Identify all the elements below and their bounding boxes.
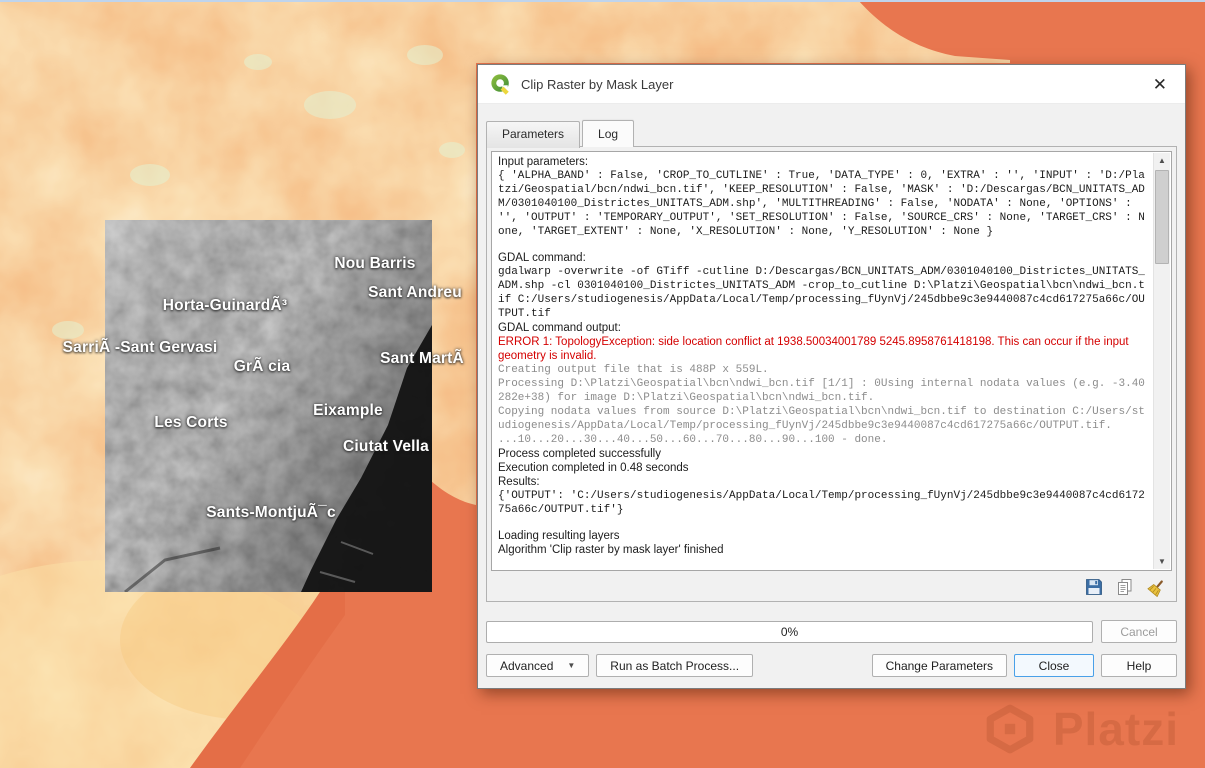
dialog-title: Clip Raster by Mask Layer (521, 76, 674, 92)
log-line: ERROR 1: TopologyException: side locatio… (498, 336, 1132, 362)
log-line: Input parameters: (498, 156, 589, 168)
district-labels-layer: Nou Barris Sant Andreu Horta-GuinardÃ³ Sarr… (63, 220, 464, 592)
log-toolbar (491, 571, 1172, 597)
log-line: ...10...20...30...40...50...60...70...80… (498, 434, 888, 446)
scroll-up-icon[interactable]: ▲ (1154, 153, 1170, 168)
log-line: Execution completed in 0.48 seconds (498, 462, 689, 474)
save-icon (1086, 579, 1102, 595)
map-label: Sants-MontjuÃ¯c (206, 504, 336, 521)
map-label: Sant MartÃ (380, 350, 464, 367)
close-button[interactable]: Close (1014, 654, 1094, 677)
scroll-down-icon[interactable]: ▼ (1154, 554, 1170, 569)
log-line: Process completed successfully (498, 448, 661, 460)
log-line: GDAL command: (498, 252, 586, 264)
log-line: Loading resulting layers (498, 530, 620, 542)
map-label: Sant Andreu (368, 284, 462, 301)
tab-bar: Parameters Log (478, 104, 1185, 148)
clear-log-button[interactable] (1146, 577, 1166, 597)
log-line: Creating output file that is 488P x 559L… (498, 364, 769, 376)
map-label: Eixample (313, 402, 383, 419)
clip-raster-dialog: Clip Raster by Mask Layer ✕ Parameters L… (477, 64, 1186, 689)
log-line: { 'ALPHA_BAND' : False, 'CROP_TO_CUTLINE… (498, 170, 1145, 238)
log-scrollbar[interactable]: ▲ ▼ (1153, 153, 1170, 569)
log-area: Input parameters: { 'ALPHA_BAND' : False,… (491, 151, 1172, 571)
qgis-logo-icon (491, 74, 509, 95)
map-label: Les Corts (154, 414, 228, 431)
map-label: GrÃ cia (233, 358, 291, 375)
log-line: Processing D:\Platzi\Geospatial\bcn\ndwi… (498, 378, 1145, 404)
dialog-button-row: Advanced ▼ Run as Batch Process... Chang… (486, 654, 1177, 677)
broom-icon (1146, 579, 1163, 597)
log-output[interactable]: Input parameters: { 'ALPHA_BAND' : False,… (492, 152, 1154, 570)
map-label: Nou Barris (334, 255, 416, 272)
copy-icon (1118, 579, 1132, 595)
run-batch-button[interactable]: Run as Batch Process... (596, 654, 754, 677)
clipped-raster-layer: Nou Barris Sant Andreu Horta-GuinardÃ³ Sarr… (63, 220, 464, 592)
chevron-down-icon: ▼ (567, 661, 576, 670)
platzi-logo-icon (986, 704, 1034, 754)
log-line: Algorithm 'Clip raster by mask layer' fi… (498, 544, 724, 556)
dialog-titlebar: Clip Raster by Mask Layer ✕ (478, 65, 1185, 104)
window-top-edge (0, 0, 1205, 2)
change-parameters-button[interactable]: Change Parameters (871, 654, 1007, 677)
watermark: Platzi (983, 702, 1179, 756)
close-icon[interactable]: ✕ (1147, 76, 1173, 93)
progress-label: 0% (780, 624, 799, 639)
advanced-button[interactable]: Advanced ▼ (486, 654, 590, 677)
log-line: Copying nodata values from source D:\Pla… (498, 406, 1145, 432)
help-button[interactable]: Help (1101, 654, 1177, 677)
advanced-label: Advanced (500, 658, 554, 673)
log-tab-pane: Input parameters: { 'ALPHA_BAND' : False,… (486, 146, 1177, 602)
log-line: GDAL command output: (498, 322, 621, 334)
save-log-button[interactable] (1084, 577, 1104, 597)
map-label: SarriÃ -Sant Gervasi (62, 339, 218, 356)
cancel-button[interactable]: Cancel (1101, 620, 1177, 643)
scrollbar-thumb[interactable] (1155, 170, 1169, 264)
progress-bar: 0% (486, 620, 1093, 643)
log-line: {'OUTPUT': 'C:/Users/studiogenesis/AppDa… (498, 490, 1145, 516)
tab-parameters[interactable]: Parameters (486, 121, 581, 148)
map-label: Horta-GuinardÃ³ (162, 297, 288, 314)
copy-log-button[interactable] (1115, 577, 1135, 597)
map-label: Ciutat Vella (343, 438, 429, 455)
log-line: gdalwarp -overwrite -of GTiff -cutline D… (498, 266, 1145, 320)
tab-log[interactable]: Log (582, 120, 635, 147)
log-line: Results: (498, 476, 540, 488)
watermark-text: Platzi (1052, 703, 1179, 755)
progress-row: 0% Cancel (486, 620, 1177, 643)
